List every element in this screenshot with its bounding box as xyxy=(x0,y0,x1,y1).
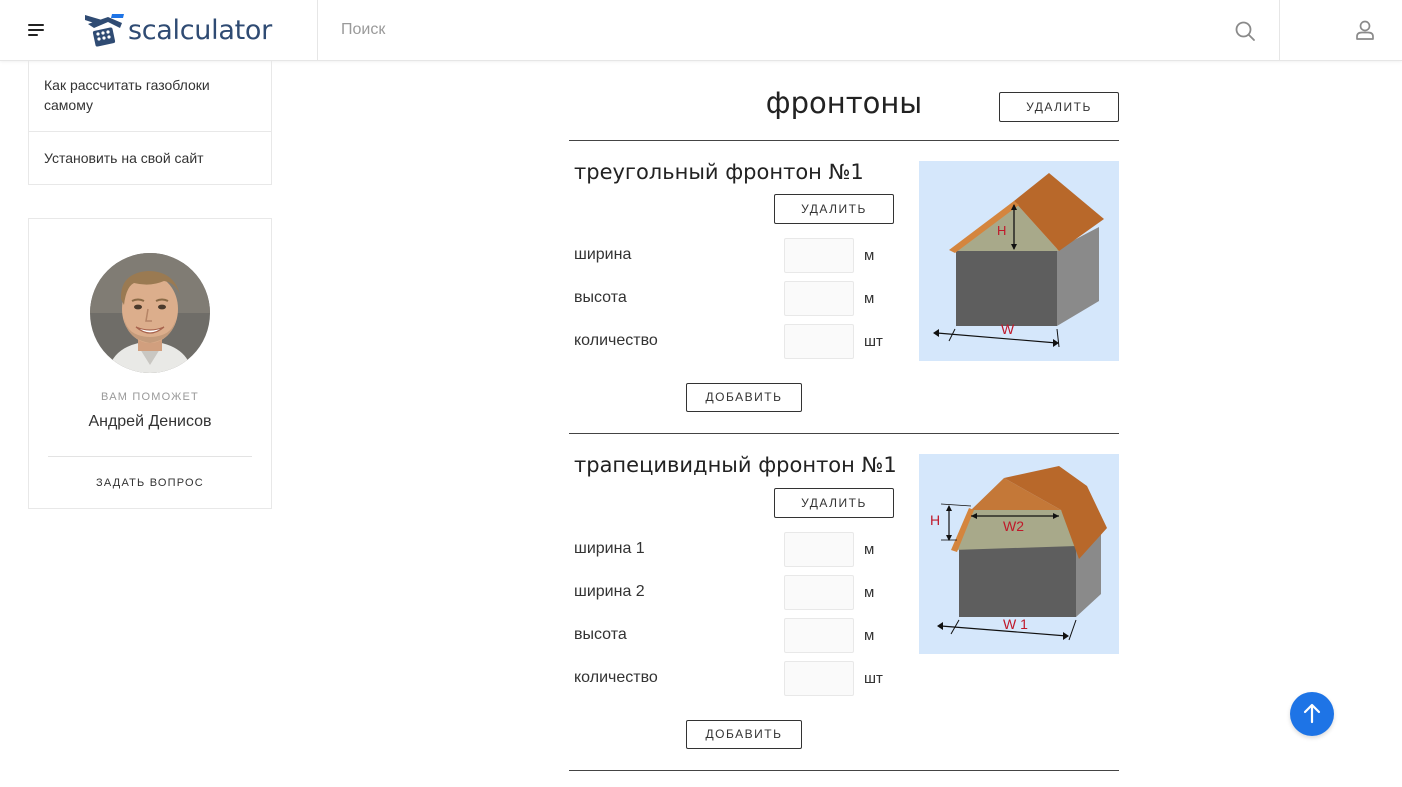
width-1-input[interactable] xyxy=(784,532,854,567)
dimension-label-w: W xyxy=(1001,321,1015,337)
helper-divider xyxy=(48,456,252,457)
logo-icon xyxy=(85,14,124,47)
unit-label: шт xyxy=(864,333,883,350)
field-label-height: высота xyxy=(574,626,627,643)
field-label-height: высота xyxy=(574,289,627,306)
dimension-label-w2: W2 xyxy=(1003,518,1024,534)
sidebar-item-install-widget[interactable]: Установить на свой сайт xyxy=(29,132,271,184)
menu-icon[interactable] xyxy=(26,20,46,40)
top-header: scalculator xyxy=(0,0,1402,61)
search-icon[interactable] xyxy=(1234,20,1256,42)
field-label-width: ширина xyxy=(574,246,632,263)
field-label-width-1: ширина 1 xyxy=(574,540,645,557)
delete-all-button[interactable]: УДАЛИТЬ xyxy=(999,92,1119,122)
width-2-input[interactable] xyxy=(784,575,854,610)
quantity-input[interactable] xyxy=(784,661,854,696)
field-label-quantity: количество xyxy=(574,669,658,686)
helper-label: ВАМ ПОМОЖЕТ xyxy=(101,391,199,403)
sidebar-item-gas-blocks[interactable]: Как рассчитать газоблоки самому xyxy=(29,61,271,132)
width-input[interactable] xyxy=(784,238,854,273)
dimension-label-h: H xyxy=(930,512,940,528)
user-icon[interactable] xyxy=(1354,19,1376,41)
avatar xyxy=(90,253,210,373)
section-divider xyxy=(569,140,1119,141)
unit-label: м xyxy=(864,290,875,307)
unit-label: м xyxy=(864,627,875,644)
arrow-up-icon xyxy=(1303,703,1321,724)
dimension-label-h: H xyxy=(997,223,1006,238)
unit-label: м xyxy=(864,541,875,558)
scroll-to-top-button[interactable] xyxy=(1290,692,1334,736)
delete-trapezoidal-button[interactable]: УДАЛИТЬ xyxy=(774,488,894,518)
helper-card: ВАМ ПОМОЖЕТ Андрей Денисов ЗАДАТЬ ВОПРОС xyxy=(28,218,272,509)
field-label-width-2: ширина 2 xyxy=(574,583,645,600)
header-divider xyxy=(1279,0,1280,61)
unit-label: м xyxy=(864,584,875,601)
quantity-input[interactable] xyxy=(784,324,854,359)
header-divider xyxy=(317,0,318,61)
delete-triangular-button[interactable]: УДАЛИТЬ xyxy=(774,194,894,224)
section-divider xyxy=(569,770,1119,771)
unit-label: шт xyxy=(864,670,883,687)
search-input[interactable] xyxy=(341,18,1221,42)
section-divider xyxy=(569,433,1119,434)
add-trapezoidal-button[interactable]: ДОБАВИТЬ xyxy=(686,720,802,749)
dimension-label-w1: W 1 xyxy=(1003,616,1028,632)
add-triangular-button[interactable]: ДОБАВИТЬ xyxy=(686,383,802,412)
height-input[interactable] xyxy=(784,281,854,316)
page-title: фронтоны xyxy=(765,86,923,120)
unit-label: м xyxy=(864,247,875,264)
triangular-gable-diagram: H W xyxy=(919,161,1119,361)
helper-name: Андрей Денисов xyxy=(88,413,212,430)
trapezoidal-gable-diagram: W2 H W 1 xyxy=(919,454,1119,654)
section-title-trapezoidal: трапецивидный фронтон №1 xyxy=(574,453,897,477)
logo[interactable]: scalculator xyxy=(82,9,278,51)
field-label-quantity: количество xyxy=(574,332,658,349)
section-title-triangular: треугольный фронтон №1 xyxy=(574,160,864,184)
ask-question-link[interactable]: ЗАДАТЬ ВОПРОС xyxy=(29,477,271,489)
logo-text: scalculator xyxy=(128,14,272,46)
height-input[interactable] xyxy=(784,618,854,653)
sidebar-menu: Как рассчитать газоблоки самому Установи… xyxy=(28,61,272,185)
